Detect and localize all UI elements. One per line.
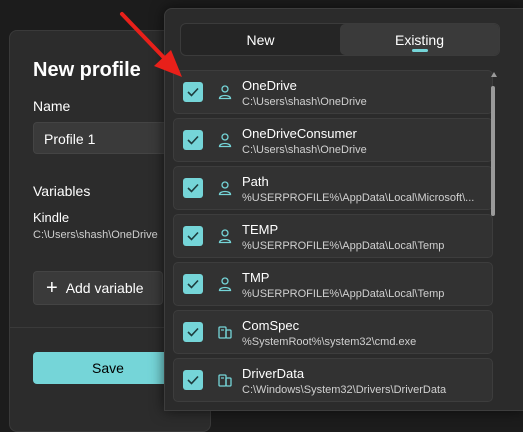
checkbox[interactable]	[183, 178, 203, 198]
checkmark-icon	[187, 327, 199, 337]
list-item[interactable]: TEMP %USERPROFILE%\AppData\Local\Temp	[173, 214, 493, 258]
scrollbar-thumb[interactable]	[491, 86, 495, 216]
checkmark-icon	[187, 135, 199, 145]
variable-name: ComSpec	[242, 318, 300, 333]
checkbox[interactable]	[183, 226, 203, 246]
variable-value: %SystemRoot%\system32\cmd.exe	[242, 336, 417, 348]
variable-value: %USERPROFILE%\AppData\Local\Temp	[242, 288, 445, 300]
variables-flyout: New Existing OneDrive C:\Users\shash\One…	[164, 8, 523, 411]
name-label: Name	[33, 98, 71, 114]
profile-name-input[interactable]: Profile 1	[33, 122, 183, 154]
variable-name: TEMP	[242, 222, 279, 237]
tab-new-label: New	[246, 31, 275, 48]
add-variable-label: Add variable	[65, 280, 144, 296]
variable-name: DriverData	[242, 366, 305, 381]
tab-existing[interactable]: Existing	[340, 24, 499, 55]
list-item[interactable]: DriverData C:\Windows\System32\Drivers\D…	[173, 358, 493, 402]
user-icon	[218, 85, 232, 100]
list-item[interactable]: ComSpec %SystemRoot%\system32\cmd.exe	[173, 310, 493, 354]
variable-value: %USERPROFILE%\AppData\Local\Temp	[242, 240, 445, 252]
save-button[interactable]: Save	[33, 352, 183, 384]
checkmark-icon	[187, 231, 199, 241]
checkbox[interactable]	[183, 130, 203, 150]
checkmark-icon	[187, 279, 199, 289]
checkbox[interactable]	[183, 322, 203, 342]
variable-list: OneDrive C:\Users\shash\OneDrive OneDriv…	[173, 70, 493, 406]
active-tab-indicator	[411, 49, 428, 52]
list-item[interactable]: OneDriveConsumer C:\Users\shash\OneDrive	[173, 118, 493, 162]
variable-value: C:\Users\shash\OneDrive	[33, 229, 158, 241]
variables-label: Variables	[33, 183, 91, 199]
checkmark-icon	[187, 375, 199, 385]
segmented-control: New Existing	[180, 23, 500, 56]
variable-name: Kindle	[33, 210, 70, 225]
variable-value: C:\Users\shash\OneDrive	[242, 96, 367, 108]
variable-name: OneDrive	[242, 78, 297, 93]
tab-new[interactable]: New	[181, 24, 340, 55]
variable-name: OneDriveConsumer	[242, 126, 357, 141]
tab-existing-label: Existing	[394, 31, 445, 48]
user-icon	[218, 229, 232, 244]
checkbox[interactable]	[183, 370, 203, 390]
user-icon	[218, 181, 232, 196]
plus-icon: +	[46, 277, 58, 299]
user-icon	[218, 133, 232, 148]
checkmark-icon	[187, 183, 199, 193]
list-item[interactable]: Path %USERPROFILE%\AppData\Local\Microso…	[173, 166, 493, 210]
variable-value: %USERPROFILE%\AppData\Local\Microsoft\..…	[242, 192, 475, 204]
scrollbar[interactable]	[490, 72, 498, 410]
variable-name: Path	[242, 174, 269, 189]
dialog-title: New profile	[33, 59, 141, 81]
variable-name: TMP	[242, 270, 270, 285]
system-icon	[218, 326, 232, 339]
add-variable-button[interactable]: + Add variable	[33, 271, 163, 305]
variable-value: C:\Users\shash\OneDrive	[242, 144, 367, 156]
checkmark-icon	[187, 87, 199, 97]
system-icon	[218, 374, 232, 387]
user-icon	[218, 277, 232, 292]
variable-value: C:\Windows\System32\Drivers\DriverData	[242, 384, 447, 396]
checkbox[interactable]	[183, 274, 203, 294]
checkbox[interactable]	[183, 82, 203, 102]
scroll-up-arrow-icon[interactable]	[491, 72, 497, 77]
list-item[interactable]: OneDrive C:\Users\shash\OneDrive	[173, 70, 493, 114]
list-item[interactable]: TMP %USERPROFILE%\AppData\Local\Temp	[173, 262, 493, 306]
